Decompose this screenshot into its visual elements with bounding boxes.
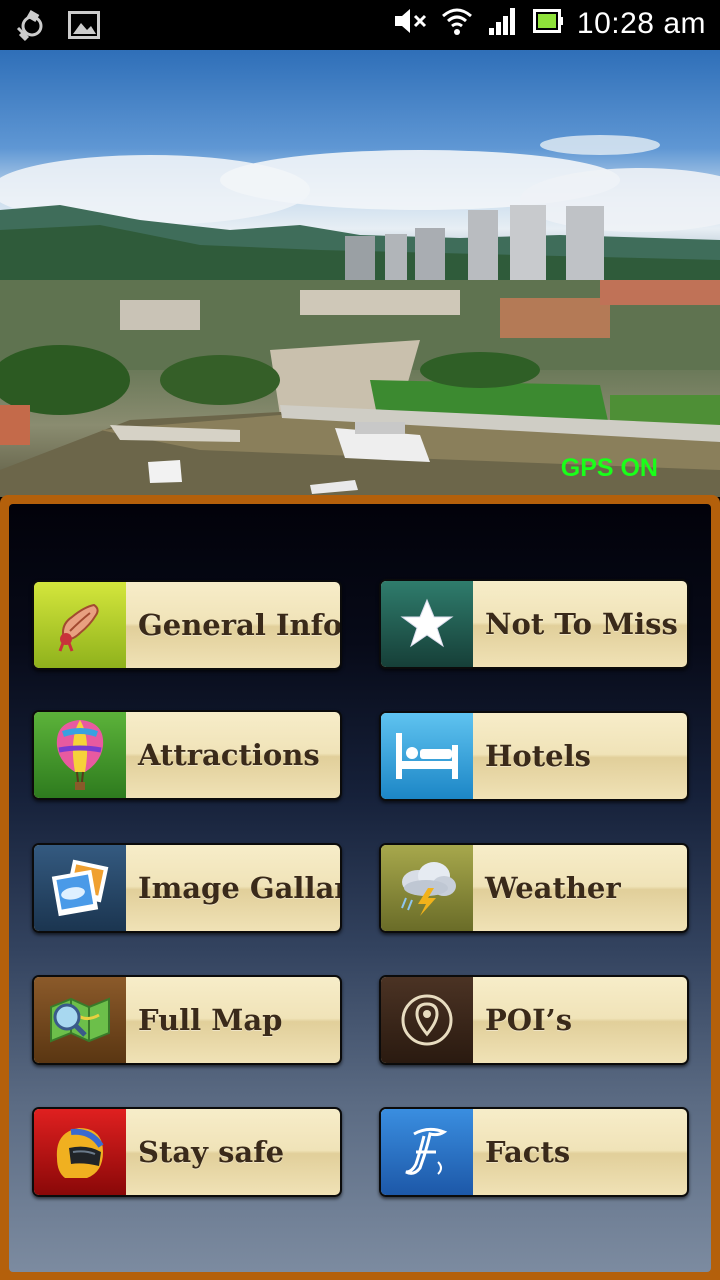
hero-photo: GPS ON bbox=[0, 50, 720, 497]
not-to-miss-button[interactable]: Not To Miss bbox=[379, 579, 689, 669]
pois-label: POI’s bbox=[485, 1003, 573, 1037]
map-icon bbox=[34, 977, 126, 1063]
city-harbor-photo bbox=[0, 135, 720, 497]
clock-time: 10:28 am bbox=[576, 6, 706, 40]
menu-panel: General Info Not To Miss Attractions Hot… bbox=[0, 495, 720, 1280]
stay-safe-label: Stay safe bbox=[138, 1135, 285, 1169]
photos-icon bbox=[34, 845, 126, 931]
general-info-label: General Info bbox=[138, 608, 342, 642]
facts-button[interactable]: Facts bbox=[379, 1107, 689, 1197]
helmet-icon bbox=[34, 1109, 126, 1195]
mute-icon bbox=[393, 7, 427, 40]
attractions-button[interactable]: Attractions bbox=[32, 710, 342, 800]
stay-safe-button[interactable]: Stay safe bbox=[32, 1107, 342, 1197]
attractions-label: Attractions bbox=[138, 738, 320, 772]
full-map-button[interactable]: Full Map bbox=[32, 975, 342, 1065]
gps-status: GPS ON bbox=[560, 454, 658, 482]
not-to-miss-label: Not To Miss bbox=[485, 607, 678, 641]
hotels-button[interactable]: Hotels bbox=[379, 711, 689, 801]
hotels-label: Hotels bbox=[485, 739, 591, 773]
wifi-icon bbox=[441, 6, 473, 41]
star-icon bbox=[381, 581, 473, 667]
gps-sync-icon bbox=[16, 8, 52, 47]
image-gallery-label: Image Gallary bbox=[138, 871, 340, 905]
status-bar: 10:28 am bbox=[0, 0, 720, 50]
weather-label: Weather bbox=[485, 871, 621, 905]
image-notification-icon bbox=[68, 11, 100, 44]
weather-button[interactable]: Weather bbox=[379, 843, 689, 933]
bed-icon bbox=[381, 713, 473, 799]
letter-f-icon bbox=[381, 1109, 473, 1195]
pois-button[interactable]: POI’s bbox=[379, 975, 689, 1065]
location-pin-icon bbox=[381, 977, 473, 1063]
hot-air-balloon-icon bbox=[34, 712, 126, 798]
facts-label: Facts bbox=[485, 1135, 571, 1169]
full-map-label: Full Map bbox=[138, 1003, 283, 1037]
signal-icon bbox=[487, 6, 519, 41]
battery-icon bbox=[532, 9, 563, 38]
scroll-icon bbox=[34, 582, 126, 668]
general-info-button[interactable]: General Info bbox=[32, 580, 342, 670]
image-gallery-button[interactable]: Image Gallary bbox=[32, 843, 342, 933]
storm-cloud-icon bbox=[381, 845, 473, 931]
